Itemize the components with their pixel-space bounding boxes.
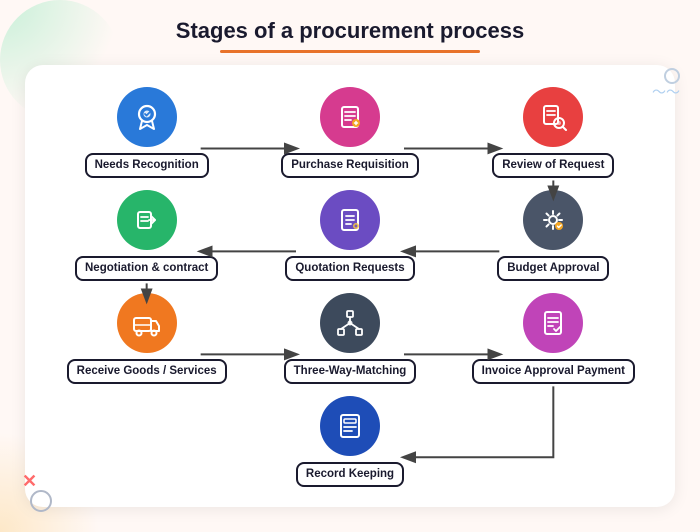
label-purchase-requisition: Purchase Requisition	[281, 153, 419, 178]
main-container: Stages of a procurement process ✕ 〜〜 Nee…	[0, 0, 700, 532]
icon-budget-approval	[523, 190, 583, 250]
search-icon	[537, 101, 569, 133]
flow-grid: Needs Recognition Purchase Requisition	[45, 81, 655, 493]
icon-invoice-approval	[523, 293, 583, 353]
icon-purchase-requisition	[320, 87, 380, 147]
label-invoice-approval: Invoice Approval Payment	[472, 359, 635, 384]
label-three-way-matching: Three-Way-Matching	[284, 359, 417, 384]
deco-wave: 〜〜	[652, 82, 680, 102]
label-record-keeping: Record Keeping	[296, 462, 404, 487]
cell-needs-recognition: Needs Recognition	[45, 81, 248, 184]
handshake-icon	[131, 204, 163, 236]
deco-circle-small2	[664, 68, 680, 84]
label-review-of-request: Review of Request	[492, 153, 614, 178]
icon-needs-recognition	[117, 87, 177, 147]
icon-three-way-matching	[320, 293, 380, 353]
invoice-icon	[537, 307, 569, 339]
cell-purchase-requisition: Purchase Requisition	[248, 81, 451, 184]
icon-record-keeping	[320, 396, 380, 456]
cell-review-of-request: Review of Request	[452, 81, 655, 184]
label-needs-recognition: Needs Recognition	[85, 153, 209, 178]
label-negotiation-contract: Negotiation & contract	[75, 256, 218, 281]
icon-quotation-requests	[320, 190, 380, 250]
deco-circle-small	[30, 490, 52, 512]
label-quotation-requests: Quotation Requests	[285, 256, 414, 281]
cell-invoice-approval: Invoice Approval Payment	[452, 287, 655, 390]
award-icon	[131, 101, 163, 133]
flowchart-card: Needs Recognition Purchase Requisition	[25, 65, 675, 507]
cell-negotiation-contract: Negotiation & contract	[45, 184, 248, 287]
cell-quotation-requests: Quotation Requests	[248, 184, 451, 287]
title-underline	[220, 50, 480, 53]
cell-record-keeping: Record Keeping	[248, 390, 451, 493]
records-icon	[334, 410, 366, 442]
cell-three-way-matching: Three-Way-Matching	[248, 287, 451, 390]
cell-receive-goods: Receive Goods / Services	[45, 287, 248, 390]
network-icon	[334, 307, 366, 339]
label-receive-goods: Receive Goods / Services	[67, 359, 227, 384]
doc-icon	[334, 204, 366, 236]
icon-negotiation-contract	[117, 190, 177, 250]
label-budget-approval: Budget Approval	[497, 256, 609, 281]
icon-review-of-request	[523, 87, 583, 147]
page-title: Stages of a procurement process	[176, 18, 524, 44]
list-icon	[334, 101, 366, 133]
icon-receive-goods	[117, 293, 177, 353]
truck-icon	[131, 307, 163, 339]
deco-x-icon: ✕	[22, 471, 37, 492]
cell-budget-approval: Budget Approval	[452, 184, 655, 287]
gear-icon	[537, 204, 569, 236]
